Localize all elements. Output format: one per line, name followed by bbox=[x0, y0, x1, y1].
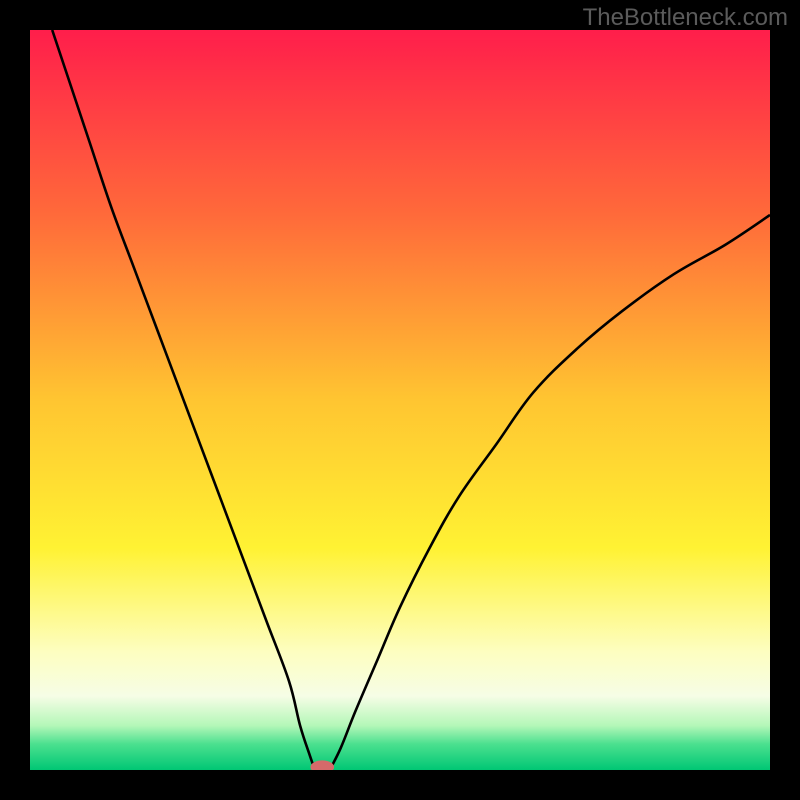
chart-frame: TheBottleneck.com bbox=[0, 0, 800, 800]
gradient-background bbox=[30, 30, 770, 770]
watermark-text: TheBottleneck.com bbox=[583, 4, 788, 32]
chart-svg bbox=[30, 30, 770, 770]
plot-area bbox=[30, 30, 770, 770]
